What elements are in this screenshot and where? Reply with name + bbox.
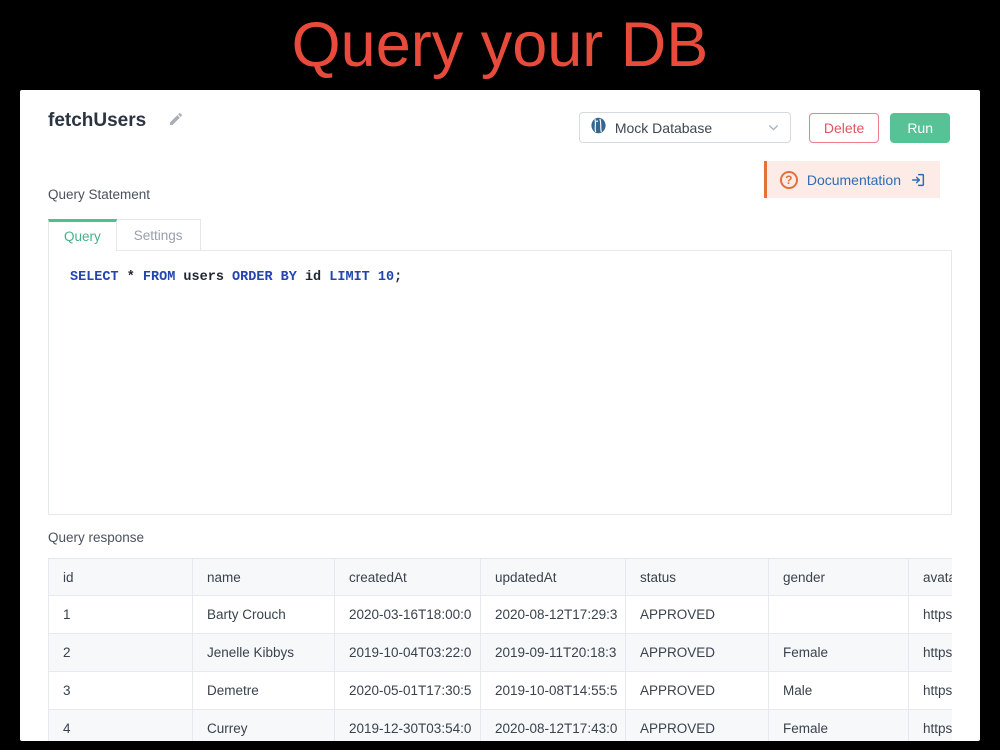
cell-id: 3 xyxy=(49,672,193,710)
sql-token: FROM xyxy=(143,270,175,285)
cell-name: Currey xyxy=(193,710,335,742)
run-button[interactable]: Run xyxy=(890,113,950,143)
cell-name: Barty Crouch xyxy=(193,596,335,634)
external-link-icon xyxy=(910,172,926,188)
cell-id: 1 xyxy=(49,596,193,634)
database-select-value: Mock Database xyxy=(615,120,712,136)
sql-token: * xyxy=(119,270,143,285)
sql-token: SELECT xyxy=(70,270,119,285)
sql-editor[interactable]: SELECT * FROM users ORDER BY id LIMIT 10… xyxy=(48,250,952,515)
column-header-id: id xyxy=(49,559,193,596)
cell-updatedAt: 2019-10-08T14:55:5 xyxy=(481,672,626,710)
cell-status: APPROVED xyxy=(626,596,769,634)
cell-name: Jenelle Kibbys xyxy=(193,634,335,672)
cell-updatedAt: 2020-08-12T17:43:0 xyxy=(481,710,626,742)
tab-settings[interactable]: Settings xyxy=(117,219,201,251)
cell-createdAt: 2020-05-01T17:30:5 xyxy=(335,672,481,710)
database-select[interactable]: Mock Database xyxy=(579,112,791,143)
column-header-status: status xyxy=(626,559,769,596)
cell-status: APPROVED xyxy=(626,634,769,672)
toolbar-controls: Mock Database Delete Run xyxy=(579,112,950,143)
chevron-down-icon xyxy=(767,121,780,134)
documentation-label: Documentation xyxy=(807,172,901,188)
column-header-name: name xyxy=(193,559,335,596)
sql-token: LIMIT xyxy=(329,270,370,285)
cell-gender xyxy=(769,596,909,634)
cell-id: 2 xyxy=(49,634,193,672)
query-tabs: Query Settings xyxy=(48,219,201,251)
cell-status: APPROVED xyxy=(626,672,769,710)
table-row: 4 Currey 2019-12-30T03:54:0 2020-08-12T1… xyxy=(49,710,953,742)
edit-name-button[interactable] xyxy=(168,111,184,132)
table-row: 1 Barty Crouch 2020-03-16T18:00:0 2020-0… xyxy=(49,596,953,634)
pencil-icon xyxy=(168,111,184,132)
sql-token: ; xyxy=(394,270,402,285)
table-header-row: id name createdAt updatedAt status gende… xyxy=(49,559,953,596)
cell-name: Demetre xyxy=(193,672,335,710)
query-name-row: fetchUsers xyxy=(48,110,184,132)
sql-code-line: SELECT * FROM users ORDER BY id LIMIT 10… xyxy=(70,270,402,285)
sql-token: id xyxy=(297,270,329,285)
query-response-label: Query response xyxy=(48,530,144,545)
page-title: Query your DB xyxy=(0,0,1000,90)
cell-gender: Female xyxy=(769,710,909,742)
cell-avatar: https:// xyxy=(909,672,953,710)
query-statement-label: Query Statement xyxy=(48,187,150,202)
delete-button[interactable]: Delete xyxy=(809,113,879,143)
cell-createdAt: 2020-03-16T18:00:0 xyxy=(335,596,481,634)
column-header-createdAt: createdAt xyxy=(335,559,481,596)
sql-token: users xyxy=(175,270,232,285)
cell-status: APPROVED xyxy=(626,710,769,742)
cell-createdAt: 2019-10-04T03:22:0 xyxy=(335,634,481,672)
cell-createdAt: 2019-12-30T03:54:0 xyxy=(335,710,481,742)
sql-token: ORDER BY xyxy=(232,270,297,285)
cell-updatedAt: 2019-09-11T20:18:3 xyxy=(481,634,626,672)
table-row: 2 Jenelle Kibbys 2019-10-04T03:22:0 2019… xyxy=(49,634,953,672)
documentation-link[interactable]: ? Documentation xyxy=(764,161,940,198)
cell-gender: Female xyxy=(769,634,909,672)
sql-token: 10 xyxy=(370,270,394,285)
tab-query[interactable]: Query xyxy=(48,219,117,251)
column-header-updatedAt: updatedAt xyxy=(481,559,626,596)
cell-id: 4 xyxy=(49,710,193,742)
question-circle-icon: ? xyxy=(780,171,798,189)
postgresql-icon xyxy=(590,117,607,139)
cell-gender: Male xyxy=(769,672,909,710)
column-header-gender: gender xyxy=(769,559,909,596)
column-header-avatar: avatar xyxy=(909,559,953,596)
query-name: fetchUsers xyxy=(48,110,146,132)
cell-avatar: https:// xyxy=(909,596,953,634)
results-table-container[interactable]: id name createdAt updatedAt status gende… xyxy=(48,558,952,741)
cell-avatar: https:// xyxy=(909,634,953,672)
cell-updatedAt: 2020-08-12T17:29:3 xyxy=(481,596,626,634)
results-table: id name createdAt updatedAt status gende… xyxy=(48,558,952,741)
query-tool-panel: fetchUsers Mock Database Delete Run xyxy=(20,90,980,741)
cell-avatar: https:// xyxy=(909,710,953,742)
table-row: 3 Demetre 2020-05-01T17:30:5 2019-10-08T… xyxy=(49,672,953,710)
